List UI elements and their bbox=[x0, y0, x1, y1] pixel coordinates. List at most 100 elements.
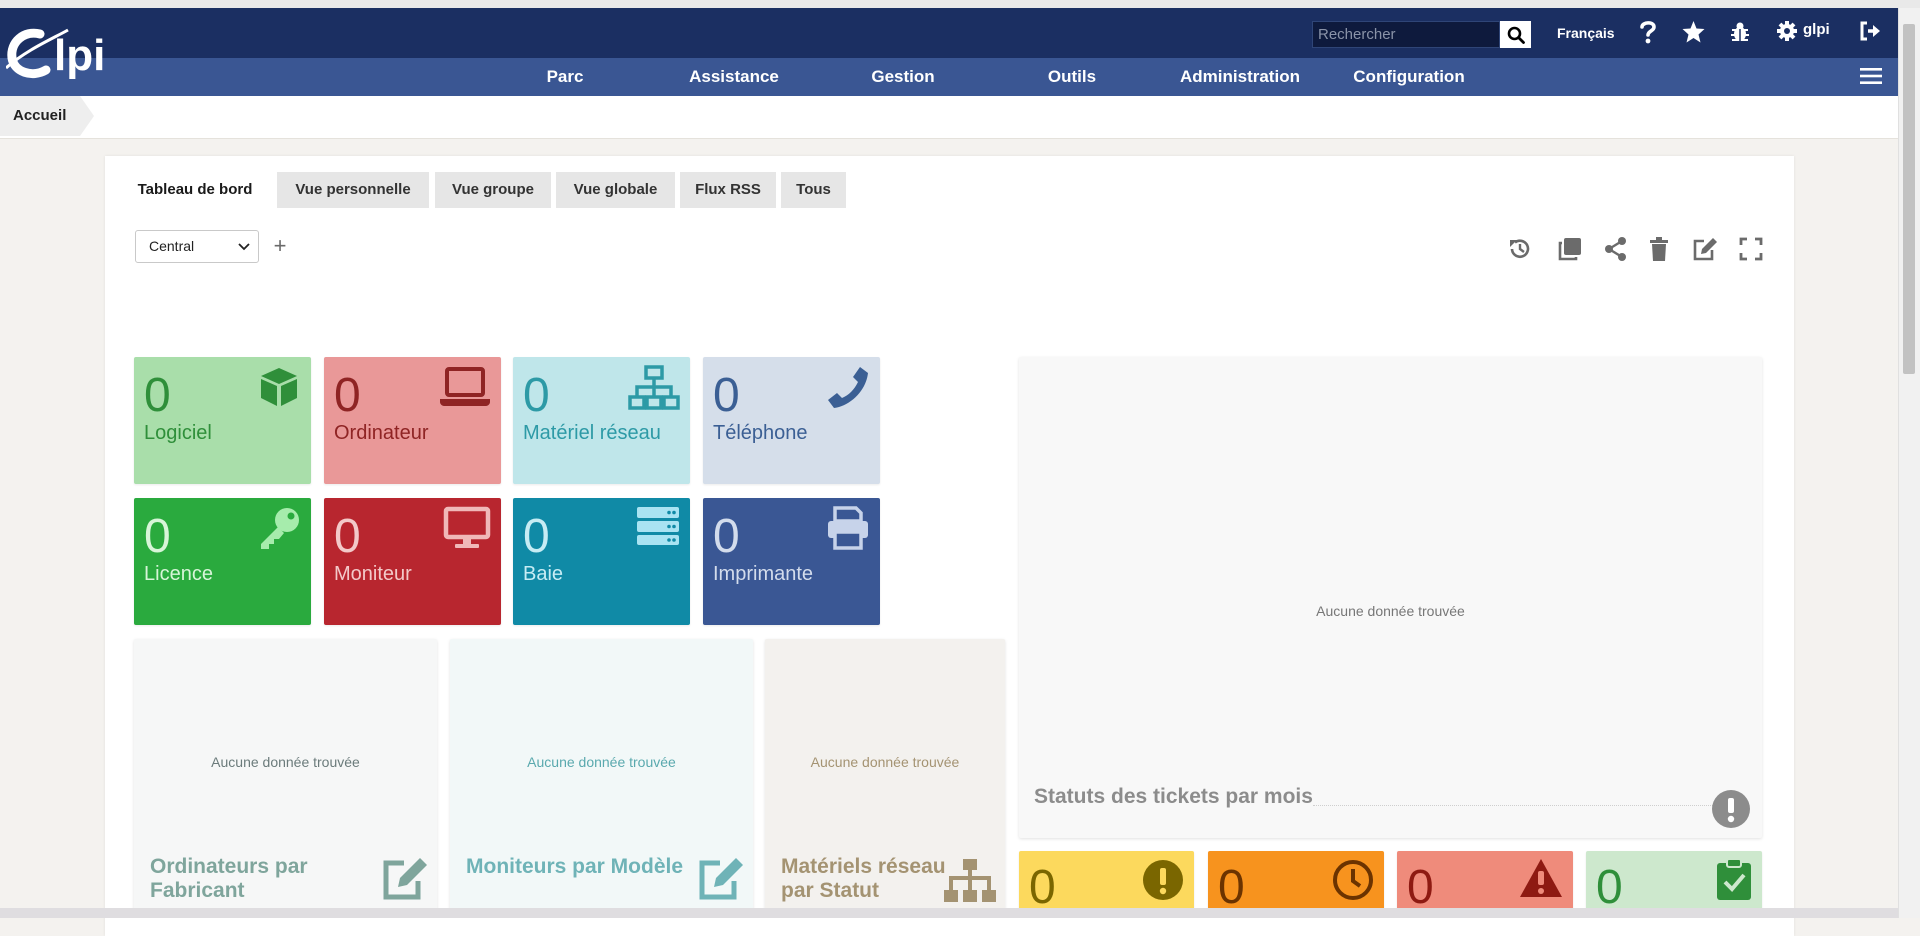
widget-title: Ordinateurs par Fabricant bbox=[150, 855, 308, 902]
tab-tableau-de-bord[interactable]: Tableau de bord bbox=[124, 172, 266, 208]
card-label: Matériel réseau bbox=[523, 422, 661, 444]
card-label: Imprimante bbox=[713, 563, 814, 585]
ticket-card-new[interactable]: 0 bbox=[1019, 851, 1194, 911]
card-telephone[interactable]: 0 Téléphone bbox=[703, 357, 880, 484]
exclamation-icon bbox=[1711, 789, 1751, 834]
card-value: 0 bbox=[523, 510, 550, 563]
dashboard-select[interactable]: Central bbox=[135, 230, 259, 263]
widget-title: Matériels réseau par Statut bbox=[781, 855, 946, 902]
rack-icon bbox=[636, 506, 680, 551]
nav-administration[interactable]: Administration bbox=[1169, 58, 1311, 96]
card-label: Ordinateur bbox=[334, 422, 429, 444]
sitemap-icon bbox=[943, 858, 997, 909]
laptop-icon bbox=[439, 365, 491, 414]
delete-icon[interactable] bbox=[1644, 234, 1674, 264]
card-ordinateur[interactable]: 0 Ordinateur bbox=[324, 357, 501, 484]
card-label: Logiciel bbox=[144, 422, 212, 444]
glpi-logo[interactable]: lpi bbox=[4, 20, 121, 86]
fullscreen-icon[interactable] bbox=[1736, 234, 1766, 264]
user-menu[interactable]: glpi bbox=[1803, 21, 1830, 38]
card-value: 0 bbox=[144, 510, 171, 563]
gear-icon[interactable] bbox=[1774, 18, 1800, 44]
hamburger-menu-icon[interactable] bbox=[1859, 64, 1883, 88]
widget-statuts-tickets-par-mois: Aucune donnée trouvée Statuts des ticket… bbox=[1019, 357, 1762, 838]
card-value: 0 bbox=[713, 510, 740, 563]
search-icon bbox=[1507, 26, 1525, 44]
no-data-message: Aucune donnée trouvée bbox=[810, 754, 960, 770]
card-value: 0 bbox=[1218, 861, 1245, 911]
card-label: Baie bbox=[523, 563, 564, 585]
breadcrumb-bar bbox=[0, 96, 1898, 139]
card-label: Licence bbox=[144, 563, 213, 585]
no-data-message: Aucune donnée trouvée bbox=[1316, 603, 1465, 619]
nav-gestion[interactable]: Gestion bbox=[855, 58, 951, 96]
card-label: Téléphone bbox=[713, 422, 808, 444]
network-icon bbox=[628, 365, 680, 416]
no-data-message: Aucune donnée trouvée bbox=[527, 754, 676, 770]
widget-materiels-reseau-par-statut: Aucune donnée trouvée Matériels réseau p… bbox=[765, 639, 1005, 911]
tab-tous[interactable]: Tous bbox=[781, 172, 846, 208]
card-value: 0 bbox=[713, 369, 740, 422]
nav-outils[interactable]: Outils bbox=[1029, 58, 1115, 96]
share-icon[interactable] bbox=[1601, 234, 1631, 264]
ticket-card-pending[interactable]: 0 bbox=[1208, 851, 1384, 911]
exclamation-circle-icon bbox=[1142, 859, 1184, 906]
monitor-icon bbox=[443, 506, 491, 555]
logout-icon[interactable] bbox=[1857, 18, 1883, 44]
card-value: 0 bbox=[523, 369, 550, 422]
search-box bbox=[1312, 21, 1500, 48]
scrollbar-thumb[interactable] bbox=[1903, 24, 1915, 374]
key-icon bbox=[257, 506, 301, 555]
card-materiel-reseau[interactable]: 0 Matériel réseau bbox=[513, 357, 690, 484]
clipboard-check-icon bbox=[1716, 857, 1752, 906]
breadcrumb-home[interactable]: Accueil bbox=[0, 96, 95, 136]
title-divider bbox=[1313, 805, 1723, 806]
card-value: 0 bbox=[1596, 861, 1623, 911]
tab-vue-globale[interactable]: Vue globale bbox=[556, 172, 675, 208]
chevron-down-icon bbox=[234, 234, 254, 269]
edit-icon[interactable] bbox=[380, 855, 430, 906]
widget-moniteurs-par-modele: Aucune donnée trouvée Moniteurs par Modè… bbox=[450, 639, 753, 911]
card-moniteur[interactable]: 0 Moniteur bbox=[324, 498, 501, 625]
card-value: 0 bbox=[334, 369, 361, 422]
nav-configuration[interactable]: Configuration bbox=[1340, 58, 1478, 96]
widget-title: Moniteurs par Modèle bbox=[466, 855, 684, 878]
ticket-card-late[interactable]: 0 bbox=[1397, 851, 1573, 911]
clone-icon[interactable] bbox=[1555, 234, 1585, 264]
nav-parc[interactable]: Parc bbox=[527, 58, 603, 96]
tab-vue-groupe[interactable]: Vue groupe bbox=[435, 172, 551, 208]
edit-icon[interactable] bbox=[1690, 234, 1720, 264]
nav-assistance[interactable]: Assistance bbox=[679, 58, 789, 96]
language-link[interactable]: Français bbox=[1557, 25, 1615, 41]
add-dashboard-button[interactable]: + bbox=[270, 232, 290, 260]
ticket-card-solved[interactable]: 0 bbox=[1586, 851, 1762, 911]
card-value: 0 bbox=[1029, 861, 1056, 911]
bottom-taskbar-strip bbox=[0, 908, 1898, 918]
edit-icon[interactable] bbox=[696, 855, 746, 906]
warning-icon bbox=[1519, 857, 1563, 904]
help-icon[interactable] bbox=[1637, 18, 1659, 46]
card-baie[interactable]: 0 Baie bbox=[513, 498, 690, 625]
card-value: 0 bbox=[144, 369, 171, 422]
no-data-message: Aucune donnée trouvée bbox=[211, 754, 360, 770]
history-icon[interactable] bbox=[1505, 234, 1535, 264]
card-licence[interactable]: 0 Licence bbox=[134, 498, 311, 625]
widget-ordinateurs-par-fabricant: Aucune donnée trouvée Ordinateurs par Fa… bbox=[134, 639, 437, 911]
phone-icon bbox=[826, 365, 870, 414]
star-icon[interactable] bbox=[1679, 18, 1707, 46]
tab-vue-personnelle[interactable]: Vue personnelle bbox=[277, 172, 429, 208]
card-imprimante[interactable]: 0 Imprimante bbox=[703, 498, 880, 625]
browser-top-strip bbox=[0, 0, 1920, 8]
card-logiciel[interactable]: 0 Logiciel bbox=[134, 357, 311, 484]
card-label: Moniteur bbox=[334, 563, 412, 585]
tab-flux-rss[interactable]: Flux RSS bbox=[680, 172, 776, 208]
card-value: 0 bbox=[1407, 861, 1434, 911]
printer-icon bbox=[826, 506, 870, 555]
search-input[interactable] bbox=[1313, 22, 1499, 47]
search-button[interactable] bbox=[1500, 21, 1531, 48]
bug-icon[interactable] bbox=[1726, 18, 1754, 46]
dashboard-select-value: Central bbox=[149, 238, 195, 254]
clock-icon bbox=[1332, 859, 1374, 906]
box-icon bbox=[257, 365, 301, 414]
card-value: 0 bbox=[334, 510, 361, 563]
